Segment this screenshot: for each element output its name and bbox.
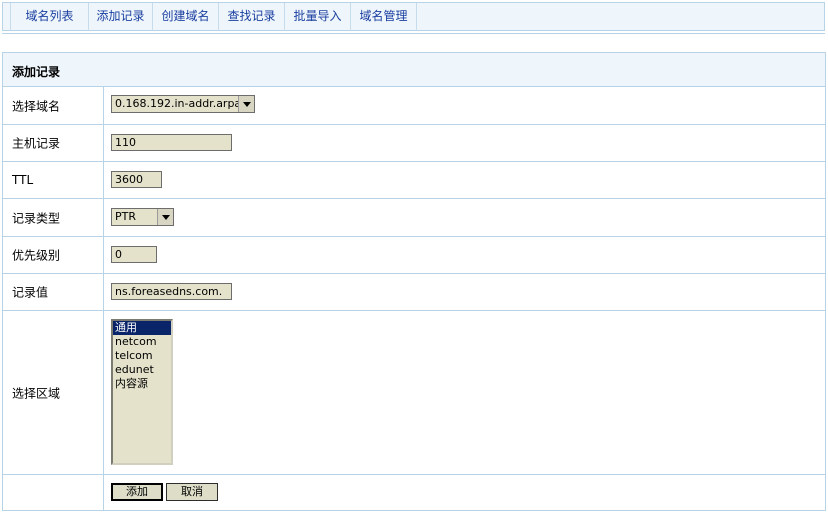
ttl-input[interactable] [111,171,162,188]
row-ttl: TTL [3,161,825,198]
tab-batch-import[interactable]: 批量导入 [285,3,351,31]
ttl-label: TTL [12,173,34,187]
host-label: 主机记录 [12,136,61,151]
type-label: 记录类型 [12,211,61,225]
row-type: 记录类型 PTR [3,198,825,236]
row-region: 选择区域 通用 netcom telcom edunet 内容源 [3,310,825,474]
region-option[interactable]: edunet [113,363,171,377]
domain-select[interactable]: 0.168.192.in-addr.arpa [111,95,255,113]
region-label: 选择区域 [12,386,61,400]
row-host: 主机记录 [3,124,825,161]
region-option[interactable]: telcom [113,349,171,363]
host-input[interactable] [111,134,232,151]
form-title: 添加记录 [12,65,61,79]
row-actions: 添加 取消 [3,474,825,510]
cancel-button[interactable]: 取消 [166,483,218,501]
tab-add-record[interactable]: 添加记录 [89,3,153,31]
row-priority: 优先级别 [3,236,825,273]
tab-domain-manage[interactable]: 域名管理 [351,3,417,31]
domain-select-value: 0.168.192.in-addr.arpa [115,97,242,110]
type-select-value: PTR [115,210,136,223]
priority-label: 优先级别 [12,248,61,263]
add-button[interactable]: 添加 [111,483,163,501]
region-option[interactable]: 内容源 [113,377,171,391]
region-listbox[interactable]: 通用 netcom telcom edunet 内容源 [111,319,173,465]
chevron-down-icon[interactable] [238,96,254,112]
row-record-value: 记录值 [3,273,825,310]
row-domain: 选择域名 0.168.192.in-addr.arpa [3,86,825,124]
form-header: 添加记录 [3,53,825,86]
chevron-down-icon[interactable] [157,209,173,225]
priority-input[interactable] [111,246,157,263]
tab-find-record[interactable]: 查找记录 [219,3,285,31]
top-nav: 域名列表 添加记录 创建域名 查找记录 批量导入 域名管理 [2,2,825,31]
add-record-form: 添加记录 选择域名 0.168.192.in-addr.arpa 主机记录 TT… [2,52,826,511]
nav-divider [2,33,825,34]
type-select[interactable]: PTR [111,208,174,226]
record-value-input[interactable] [111,283,232,300]
tab-domain-list[interactable]: 域名列表 [10,3,89,31]
domain-label: 选择域名 [12,99,61,113]
region-option[interactable]: 通用 [113,321,171,335]
tab-create-domain[interactable]: 创建域名 [153,3,219,31]
region-option[interactable]: netcom [113,335,171,349]
record-value-label: 记录值 [12,285,49,300]
